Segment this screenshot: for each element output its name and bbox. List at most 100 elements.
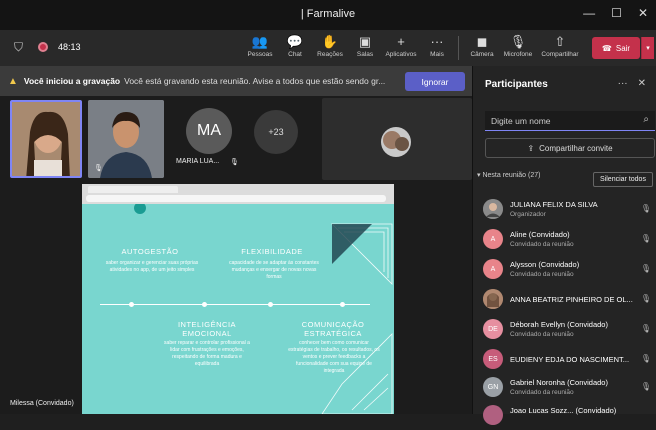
participant-search-input[interactable]: Digite um nome ⌕ (485, 111, 655, 131)
avatar (483, 289, 503, 309)
warning-icon: ▲ (8, 75, 18, 87)
share-icon: ⇧ (554, 34, 566, 49)
chat-icon: 💬 (286, 34, 304, 49)
meeting-timer: 48:13 (58, 42, 81, 52)
slide-body-2: capacidade de se adaptar às constantes m… (229, 260, 319, 280)
slide-timeline (100, 304, 370, 305)
recording-banner: ▲ Você iniciou a gravação Você está grav… (0, 66, 472, 96)
mic-off-icon: 🎙 (640, 354, 651, 363)
video-tile-participant-1[interactable] (10, 100, 82, 178)
meeting-toolbar: ⛉ 48:13 👥 Pessoas 💬 Chat ✋ Reações ▣ Salas +… (0, 30, 656, 66)
slide-heading-2: FLEXIBILIDADE (241, 247, 303, 256)
reactions-icon: ✋ (321, 34, 339, 49)
mic-off-icon: 🎙 (640, 382, 651, 391)
panel-controls: ··· ✕ (618, 78, 646, 89)
slide-heading-4: COMUNICAÇÃO ESTRATÉGICA (301, 320, 365, 338)
share-button[interactable]: ⇧ Compartilhar (540, 34, 580, 58)
participants-panel: Participantes ··· ✕ Digite um nome ⌕ ⇪ C… (472, 66, 656, 425)
banner-message: Você está gravando esta reunião. Avise a… (124, 76, 386, 86)
avatar: ES (483, 349, 503, 369)
apps-icon: + (397, 34, 405, 49)
participant-row[interactable]: DE Déborah Evellyn (Convidado) Convidado… (483, 314, 655, 344)
minimize-icon[interactable]: — (583, 6, 595, 20)
leave-options-button[interactable]: ▾ (641, 37, 654, 59)
overflow-count-badge[interactable]: +23 (254, 110, 298, 154)
browser-tab (88, 186, 178, 193)
mic-off-icon: 🎙 (640, 324, 651, 333)
participant-row[interactable]: ES EUDIENY EDJA DO NASCIMENT... 🎙 (483, 344, 655, 374)
title-bar: | Farmalive — ☐ ✕ (0, 0, 656, 30)
participant-row[interactable]: Joao Lucas Sozz... (Convidado) (483, 400, 655, 430)
avatar: A (483, 259, 503, 279)
reactions-button[interactable]: ✋ Reações (310, 34, 350, 58)
more-options-icon[interactable]: ··· (618, 78, 628, 89)
share-invite-button[interactable]: ⇪ Compartilhar convite (485, 138, 655, 158)
mic-off-icon: 🎙 (94, 165, 103, 172)
maximize-icon[interactable]: ☐ (611, 6, 622, 20)
mic-off-icon: 🎙 (509, 34, 527, 49)
search-icon: ⌕ (643, 114, 649, 125)
avatar: DE (483, 319, 503, 339)
panel-title: Participantes (485, 79, 548, 90)
person-video (12, 102, 80, 176)
close-panel-icon[interactable]: ✕ (638, 78, 646, 89)
mute-all-button[interactable]: Silenciar todos (593, 172, 653, 187)
camera-button[interactable]: ◼ Câmera (462, 34, 502, 58)
more-icon: ··· (430, 34, 444, 49)
banner-title: Você iniciou a gravação (23, 76, 121, 86)
share-invite-icon: ⇪ (527, 143, 535, 153)
leave-button[interactable]: ☎ Sair (592, 37, 640, 59)
timeline-dot (129, 302, 134, 307)
video-tile-participant-2[interactable]: 🎙 (88, 100, 164, 178)
ignore-button[interactable]: Ignorar (405, 72, 465, 91)
chat-button[interactable]: 💬 Chat (275, 34, 315, 58)
mic-off-icon: 🎙 (640, 234, 651, 243)
participant-row[interactable]: GN Gabriel Noronha (Convidado) Convidado… (483, 372, 655, 402)
participant-row[interactable]: JULIANA FELIX DA SILVA Organizador 🎙 (483, 194, 655, 224)
slide-body-1: saber organizar e gerenciar suas própria… (105, 260, 199, 273)
presenter-label: Milessa (Convidado) (10, 400, 74, 407)
shield-icon[interactable]: ⛉ (14, 40, 23, 55)
participant-photo (381, 127, 411, 157)
apps-button[interactable]: + Aplicativos (381, 34, 421, 58)
chevron-down-icon: ▾ (646, 45, 650, 52)
timeline-dot (202, 302, 207, 307)
slide-body-4: conhecer bem como comunicar estratégias … (288, 340, 380, 374)
avatar-maria-name: MARIA LUA... (176, 158, 220, 165)
timeline-dot (268, 302, 273, 307)
rooms-button[interactable]: ▣ Salas (345, 34, 385, 58)
people-icon: 👥 (251, 34, 269, 49)
mic-off-icon: 🎙 (640, 204, 651, 213)
close-icon[interactable]: ✕ (638, 6, 648, 20)
slide-body-3: saber reparar e controlar profissional a… (164, 340, 250, 367)
video-tile-participant-3[interactable] (322, 98, 472, 180)
toolbar-divider (458, 36, 459, 60)
shared-screen: AUTOGESTÃO saber organizar e gerenciar s… (82, 184, 394, 414)
avatar (483, 405, 503, 425)
camera-off-icon: ◼ (476, 34, 488, 49)
participant-row[interactable]: ANNA BEATRIZ PINHEIRO DE OL... 🎙 (483, 284, 655, 314)
window-title: | Farmalive (300, 8, 356, 20)
section-title: Nesta reunião (27) (482, 172, 541, 179)
mic-off-icon: 🎙 (230, 159, 239, 166)
meeting-section-header[interactable]: ▾ Nesta reunião (27) Silenciar todos (477, 171, 655, 189)
timeline-dot (340, 302, 345, 307)
more-button[interactable]: ··· Mais (417, 34, 457, 58)
mic-off-icon: 🎙 (640, 264, 651, 273)
participant-row[interactable]: A Aline (Convidado) Convidado da reunião… (483, 224, 655, 254)
address-bar (86, 195, 386, 202)
slide-heading-1: AUTOGESTÃO (121, 247, 179, 256)
mic-off-icon: 🎙 (640, 294, 651, 303)
slide-heading-3: INTELIGÊNCIA EMOCIONAL (177, 320, 237, 338)
people-button[interactable]: 👥 Pessoas (240, 34, 280, 58)
window-controls: — ☐ ✕ (583, 6, 648, 20)
avatar-maria: MA (186, 108, 232, 154)
rooms-icon: ▣ (358, 34, 372, 49)
chevron-down-icon: ▾ (477, 172, 481, 179)
avatar (483, 199, 503, 219)
avatar: A (483, 229, 503, 249)
slide-decoration (134, 204, 393, 414)
microphone-button[interactable]: 🎙 Microfone (498, 34, 538, 58)
search-placeholder: Digite um nome (491, 116, 551, 126)
participant-row[interactable]: A Alysson (Convidado) Convidado da reuni… (483, 254, 655, 284)
